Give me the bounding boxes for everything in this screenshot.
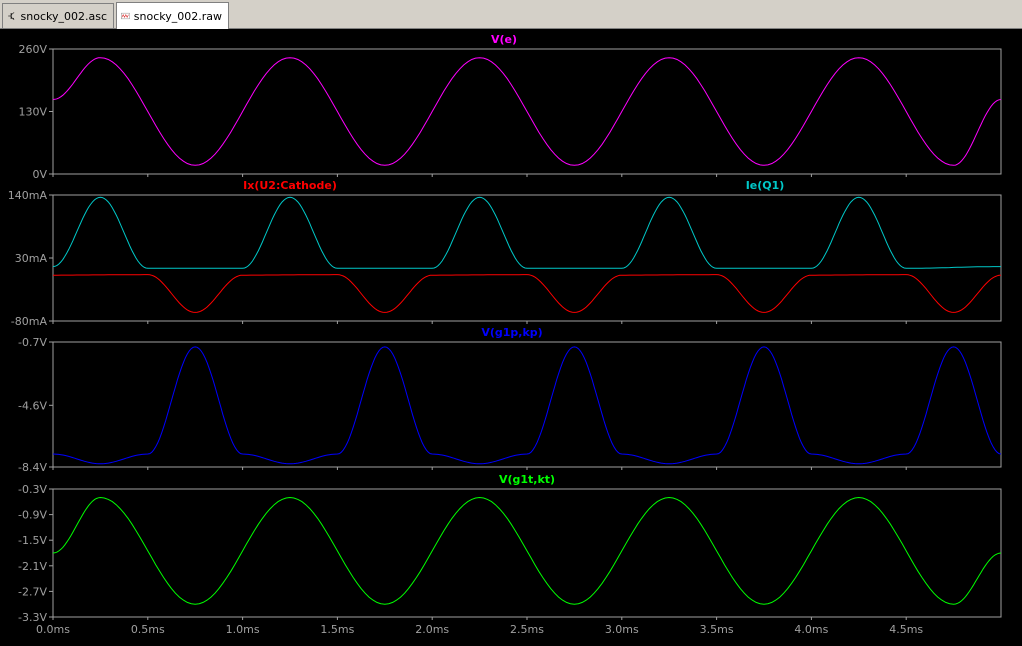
- y-tick-label: 30mA: [15, 252, 48, 265]
- y-tick-label: 130V: [18, 106, 47, 119]
- y-tick-label: -1.5V: [18, 534, 47, 547]
- pane-frame: [52, 341, 1002, 468]
- trace-name-label[interactable]: V(e): [491, 33, 517, 46]
- y-tick-label: -80mA: [11, 315, 48, 328]
- y-tick-label: -0.9V: [18, 509, 47, 522]
- plot-pane-2[interactable]: 140mA 30mA -80mA Ix(U2:Cathode) Ie(Q1): [8, 179, 1002, 328]
- pane-frame: [52, 194, 1002, 322]
- x-tick-label: 1.0ms: [226, 623, 260, 636]
- trace-v-e-: [52, 57, 1002, 166]
- x-tick-label: 0.5ms: [131, 623, 165, 636]
- pane-frame: [52, 488, 1002, 618]
- waveform-icon: [121, 12, 130, 20]
- tab-schematic[interactable]: snocky_002.asc: [2, 3, 114, 28]
- plot-pane-1[interactable]: 260V 130V 0V V(e): [18, 33, 1002, 181]
- plot-pane-4[interactable]: -0.3V-0.9V-1.5V-2.1V-2.7V-3.3V0.0ms 0.5ms…: [18, 473, 1002, 636]
- y-tick-label: -8.4V: [18, 461, 47, 474]
- y-tick-label: 140mA: [8, 189, 48, 202]
- y-tick-label: 260V: [18, 43, 47, 56]
- waveform-plot-area[interactable]: 260V 130V 0V V(e) 140mA 30mA -80mA Ix(U2:Cathod…: [0, 29, 1022, 646]
- schematic-icon: [8, 12, 15, 20]
- trace-name-label[interactable]: Ie(Q1): [746, 179, 785, 192]
- y-tick-label: -0.7V: [18, 336, 47, 349]
- trace-ix-u2-cathode-: [53, 274, 1002, 313]
- y-tick-label: -2.7V: [18, 585, 47, 598]
- y-tick-label: -4.6V: [18, 399, 47, 412]
- trace-name-label[interactable]: V(g1t,kt): [499, 473, 555, 486]
- trace-v-g1t-kt-: [52, 496, 1002, 605]
- trace-ie-q1-: [52, 196, 1001, 269]
- plot-pane-3[interactable]: -0.7V -4.6V -8.4V V(g1p,kp): [18, 326, 1002, 474]
- x-tick-label: 4.0ms: [794, 623, 828, 636]
- x-tick-label: 1.5ms: [320, 623, 354, 636]
- x-tick-label: 2.5ms: [510, 623, 544, 636]
- trace-v-g1p-kp-: [52, 346, 1002, 465]
- trace-name-label[interactable]: Ix(U2:Cathode): [243, 179, 337, 192]
- x-tick-label: 3.0ms: [605, 623, 639, 636]
- x-tick-label: 2.0ms: [415, 623, 449, 636]
- y-tick-label: 0V: [32, 168, 47, 181]
- y-tick-label: -0.3V: [18, 483, 47, 496]
- trace-name-label[interactable]: V(g1p,kp): [481, 326, 542, 339]
- document-tab-bar: snocky_002.asc snocky_002.raw: [0, 0, 1022, 29]
- x-tick-label: 4.5ms: [889, 623, 923, 636]
- x-tick-label: 3.5ms: [700, 623, 734, 636]
- y-tick-label: -2.1V: [18, 560, 47, 573]
- tab-label: snocky_002.raw: [133, 9, 222, 23]
- tab-label: snocky_002.asc: [20, 9, 107, 23]
- x-tick-label: 0.0ms: [36, 623, 70, 636]
- tab-waveform[interactable]: snocky_002.raw: [116, 2, 229, 29]
